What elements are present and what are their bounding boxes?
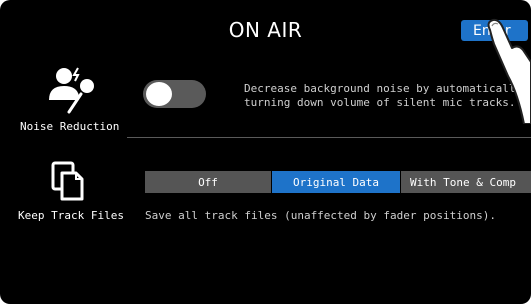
option-off-button[interactable]: Off bbox=[145, 171, 271, 193]
divider bbox=[127, 137, 531, 138]
option-original-data-label: Original Data bbox=[292, 175, 380, 189]
option-with-tone-comp-button[interactable]: With Tone & Comp bbox=[401, 171, 531, 193]
option-off-label: Off bbox=[198, 175, 218, 189]
noise-reduction-description-line2: turning down volume of silent mic tracks… bbox=[244, 96, 516, 109]
noise-reduction-toggle[interactable] bbox=[143, 80, 206, 108]
files-icon bbox=[51, 161, 84, 201]
keep-track-files-label: Keep Track Files bbox=[18, 209, 124, 222]
noise-reduction-description-line1: Decrease background noise by automatical… bbox=[244, 82, 523, 95]
noise-reduction-label: Noise Reduction bbox=[20, 120, 120, 133]
pointing-hand-icon bbox=[487, 18, 531, 124]
microphone-icon bbox=[49, 67, 94, 114]
option-original-data-button[interactable]: Original Data bbox=[272, 171, 400, 193]
page-title: ON AIR bbox=[228, 18, 303, 42]
option-with-tone-comp-label: With Tone & Comp bbox=[410, 175, 516, 189]
device-screen: ON AIR Enter Noise Reduction Decrease ba… bbox=[0, 0, 531, 304]
keep-track-files-description: Save all track files (unaffected by fade… bbox=[145, 209, 496, 222]
toggle-knob bbox=[146, 82, 172, 106]
